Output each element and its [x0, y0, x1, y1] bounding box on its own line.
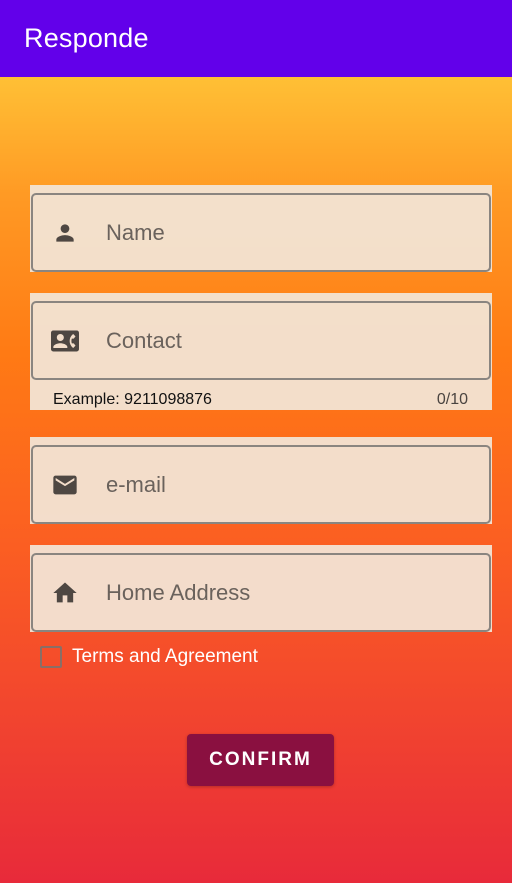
contact-character-counter: 0/10: [436, 391, 468, 408]
address-field[interactable]: Home Address: [31, 553, 491, 632]
mail-icon: [50, 470, 80, 500]
email-field-container: e-mail: [30, 437, 492, 524]
contact-field[interactable]: Contact: [31, 301, 491, 380]
contact-card-icon: [50, 326, 80, 356]
name-field-label: Name: [106, 220, 165, 245]
terms-checkbox[interactable]: [40, 646, 62, 668]
person-icon: [50, 218, 80, 248]
contact-helper-text: Example: 9211098876: [53, 391, 212, 408]
contact-field-label: Contact: [106, 328, 182, 353]
app-title: Responde: [24, 23, 149, 53]
home-icon: [50, 578, 80, 608]
confirm-button[interactable]: CONFIRM: [187, 734, 334, 786]
terms-row[interactable]: Terms and Agreement: [40, 644, 258, 670]
name-field[interactable]: Name: [31, 193, 491, 272]
contact-field-container: Contact Example: 9211098876 0/10: [30, 293, 492, 410]
name-field-container: Name: [30, 185, 492, 272]
address-field-label: Home Address: [106, 580, 251, 605]
email-field-label: e-mail: [106, 472, 166, 497]
app-bar: Responde: [0, 0, 512, 77]
email-field[interactable]: e-mail: [31, 445, 491, 524]
terms-label[interactable]: Terms and Agreement: [72, 645, 258, 669]
address-field-container: Home Address: [30, 545, 492, 632]
